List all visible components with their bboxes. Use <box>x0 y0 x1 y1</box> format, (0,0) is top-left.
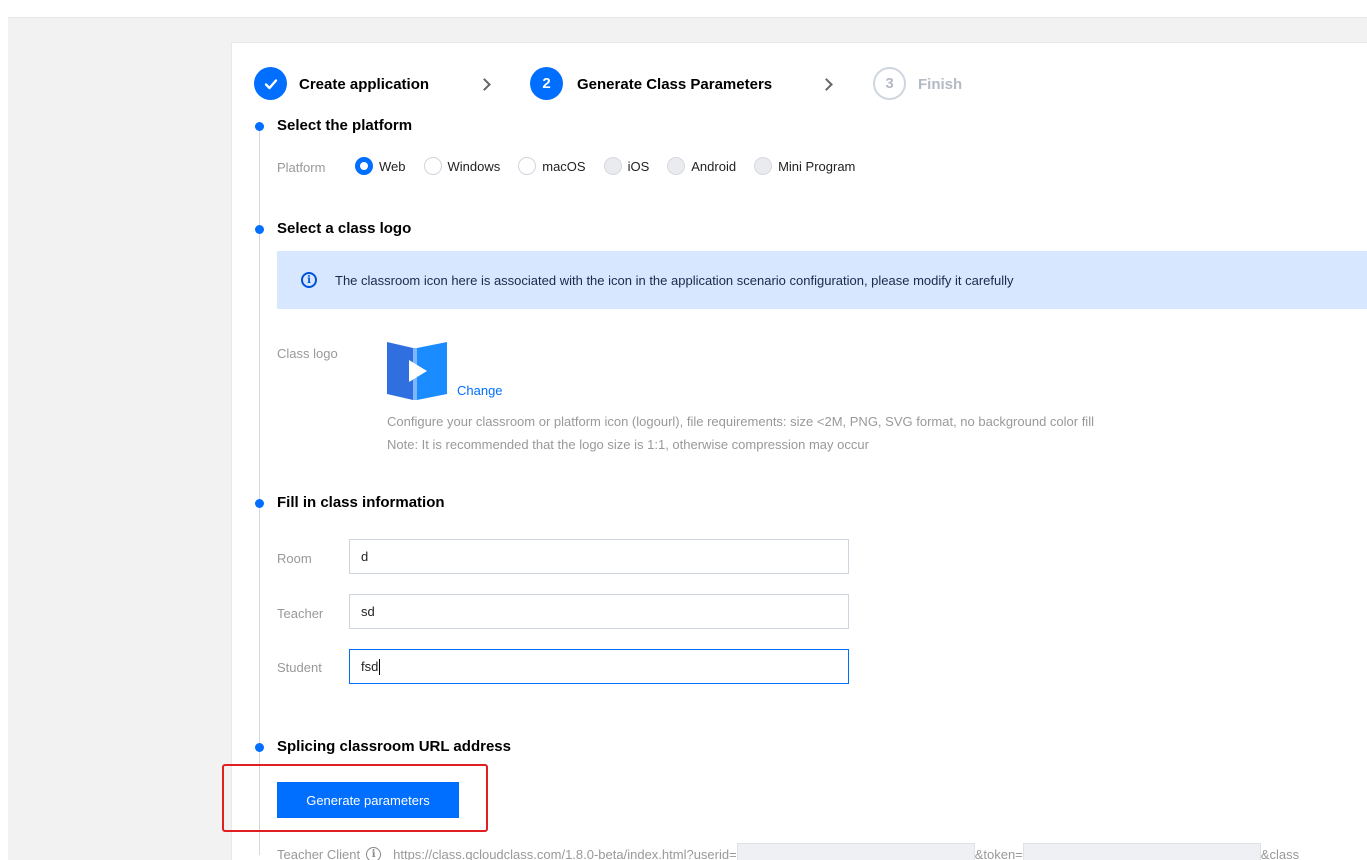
token-field[interactable] <box>1022 843 1261 860</box>
class-logo-label: Class logo <box>277 346 338 361</box>
radio-unchecked-icon <box>423 157 442 175</box>
platform-label: Platform <box>277 160 326 175</box>
step-3-number: 3 <box>873 67 906 100</box>
section-title-class-info: Fill in class information <box>277 494 445 511</box>
teacher-label: Teacher <box>277 606 324 621</box>
student-label: Student <box>277 660 322 675</box>
class-logo-image <box>387 340 447 400</box>
step-2-number: 2 <box>530 67 563 100</box>
token-param: &token= <box>974 846 1023 860</box>
radio-macos[interactable]: macOS <box>518 157 586 175</box>
radio-disabled-icon <box>754 157 773 175</box>
info-icon[interactable]: i <box>366 846 382 860</box>
logo-hint-ratio: Note: It is recommended that the logo si… <box>387 437 869 452</box>
chevron-right-icon <box>478 78 491 91</box>
student-input[interactable]: fsd <box>349 649 849 684</box>
radio-mini-program[interactable]: Mini Program <box>754 157 855 175</box>
teacher-input[interactable]: sd <box>349 594 849 629</box>
notice-banner: i The classroom icon here is associated … <box>277 251 1367 309</box>
teacher-client-url-row: Teacher Client i https://class.qcloudcla… <box>277 843 1299 860</box>
userid-field[interactable] <box>736 843 975 860</box>
chevron-right-icon <box>820 78 833 91</box>
class-param: &class <box>1260 846 1300 860</box>
radio-web[interactable]: Web <box>355 157 406 175</box>
timeline-dot <box>255 743 264 752</box>
teacher-client-label: Teacher Client <box>277 846 361 860</box>
room-label: Room <box>277 551 312 566</box>
room-input[interactable]: d <box>349 539 849 574</box>
radio-android[interactable]: Android <box>667 157 736 175</box>
platform-radio-group: Web Windows macOS iOS Android Mini Progr… <box>355 157 873 175</box>
radio-unchecked-icon <box>518 157 537 175</box>
text-caret <box>379 658 381 675</box>
step-3-label[interactable]: Finish <box>918 76 962 93</box>
section-title-url: Splicing classroom URL address <box>277 738 511 755</box>
teacher-url-prefix: https://class.qcloudclass.com/1.8.0-beta… <box>393 846 737 860</box>
info-icon: i <box>301 272 317 288</box>
section-title-platform: Select the platform <box>277 117 413 134</box>
timeline-dot <box>255 225 264 234</box>
change-logo-link[interactable]: Change <box>457 383 503 398</box>
radio-disabled-icon <box>667 157 686 175</box>
section-title-logo: Select a class logo <box>277 220 412 237</box>
highlight-box <box>222 764 488 832</box>
radio-windows[interactable]: Windows <box>423 157 500 175</box>
step-1-check-icon <box>254 67 287 100</box>
main-card: Create application 2 Generate Class Para… <box>231 42 1367 860</box>
timeline-dot <box>255 122 264 131</box>
radio-disabled-icon <box>603 157 622 175</box>
radio-ios[interactable]: iOS <box>603 157 649 175</box>
step-1-label[interactable]: Create application <box>299 76 429 93</box>
logo-hint-requirements: Configure your classroom or platform ico… <box>387 414 1094 429</box>
step-2-label[interactable]: Generate Class Parameters <box>577 76 772 93</box>
radio-checked-icon <box>355 157 373 175</box>
timeline-dot <box>255 499 264 508</box>
notice-text: The classroom icon here is associated wi… <box>335 272 1014 288</box>
